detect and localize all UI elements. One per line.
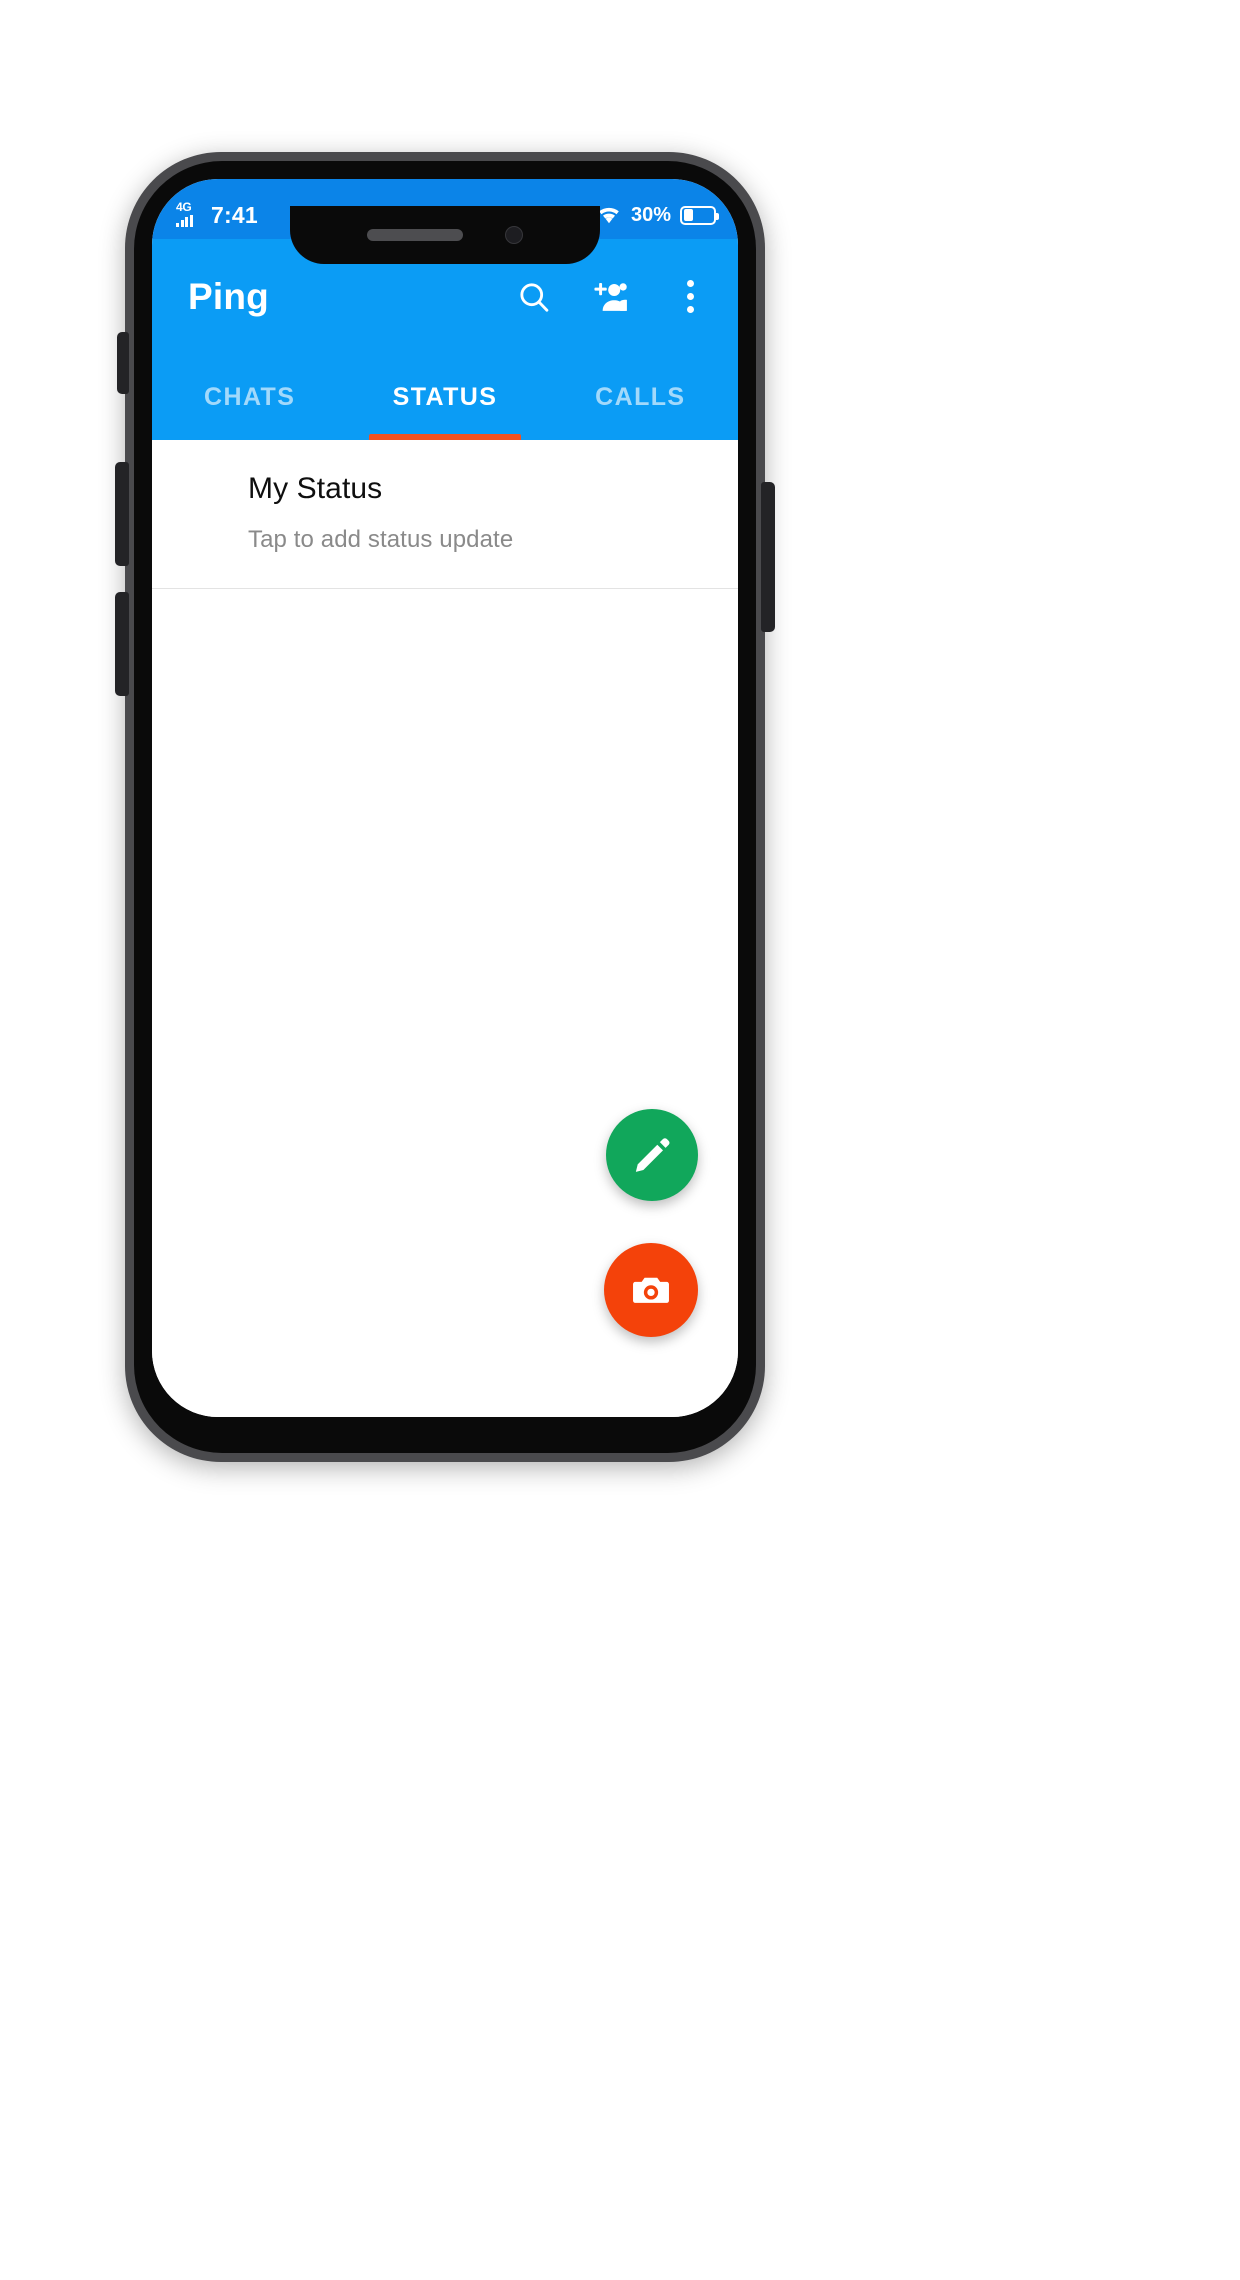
power-button[interactable] [761, 482, 775, 632]
search-icon [520, 282, 549, 312]
earpiece-speaker [367, 229, 463, 241]
app-title: Ping [188, 275, 269, 317]
volume-up-button[interactable] [115, 462, 129, 566]
my-status-title: My Status [248, 472, 383, 505]
add-person-icon [594, 282, 627, 311]
phone-screen: 4G 7:41 30% Ping CHATS STATUS CALLS My S… [152, 179, 738, 1417]
phone-mockup: 4G 7:41 30% Ping CHATS STATUS CALLS My S… [115, 152, 775, 1462]
status-bar-clock: 7:41 [211, 201, 258, 228]
signal-bars-icon: 4G [176, 200, 202, 227]
overflow-menu-button[interactable] [668, 275, 712, 319]
status-bar-right: 30% [596, 179, 719, 245]
camera-icon [633, 1277, 669, 1303]
status-bar-left: 4G 7:41 [176, 179, 258, 245]
battery-icon [680, 205, 719, 225]
add-person-button[interactable] [590, 275, 634, 319]
app-bar-actions [512, 275, 712, 319]
search-button[interactable] [512, 275, 556, 319]
camera-fab[interactable] [604, 1243, 698, 1337]
tab-calls[interactable]: CALLS [543, 354, 738, 440]
status-list: My Status Tap to add status update [152, 440, 738, 1417]
overflow-menu-icon [686, 280, 694, 287]
network-type-label: 4G [176, 200, 192, 214]
tab-status[interactable]: STATUS [347, 354, 542, 440]
battery-percent-label: 30% [630, 204, 671, 226]
tab-bar: CHATS STATUS CALLS [152, 354, 738, 440]
my-status-subtitle: Tap to add status update [248, 525, 514, 553]
tab-chats[interactable]: CHATS [152, 354, 347, 440]
front-camera-icon [505, 226, 523, 244]
my-status-row[interactable]: My Status Tap to add status update [152, 440, 738, 590]
silent-switch[interactable] [117, 332, 129, 394]
edit-status-fab[interactable] [606, 1109, 698, 1201]
volume-down-button[interactable] [115, 592, 129, 696]
notch [290, 206, 600, 264]
signal-strength-bars [176, 215, 193, 227]
pencil-icon [635, 1138, 670, 1172]
